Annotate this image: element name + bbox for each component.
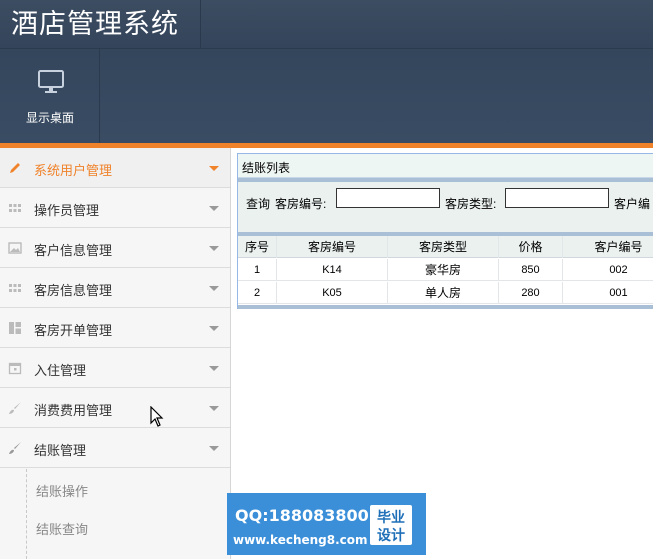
sidebar-subitem-checkout-query[interactable]: 结账查询 [0, 507, 230, 545]
watermark-qq: QQ:188083800 [235, 506, 369, 525]
grid-icon [9, 284, 21, 292]
panel-title-bar: 结账列表 [238, 154, 653, 178]
mouse-cursor-icon [150, 406, 164, 427]
table-cell: 850 [499, 259, 563, 281]
watermark-banner: QQ:188083800 www.kecheng8.com 毕业 设计 [227, 493, 426, 555]
sidebar-item-checkout[interactable]: 结账管理 [0, 428, 230, 468]
customer-no-label: 客户编 [614, 197, 651, 211]
sidebar-item-operators[interactable]: 操作员管理 [0, 188, 230, 228]
sidebar-item-room-orders[interactable]: 客房开单管理 [0, 308, 230, 348]
table-row[interactable]: 1 K14 豪华房 850 002 [238, 259, 653, 281]
table-cell: 001 [609, 287, 628, 299]
table-cell: 280 [499, 282, 563, 304]
pencil-icon [10, 163, 20, 173]
panel-title: 结账列表 [242, 161, 291, 175]
chevron-down-icon [209, 366, 219, 371]
sidebar-item-label: 操作员管理 [34, 203, 100, 218]
column-header[interactable]: 价格 [499, 236, 563, 258]
sidebar-item-consumption[interactable]: 消费费用管理 [0, 388, 230, 428]
watermark-badge-line2: 设计 [377, 528, 405, 544]
grid-icon [9, 204, 21, 212]
brush-icon [9, 402, 21, 414]
sidebar-item-checkin[interactable]: 入住管理 [0, 348, 230, 388]
search-bar: 查询 客房编号: 客房类型: 客户编 [238, 182, 653, 232]
column-header[interactable]: 序号 [238, 236, 277, 258]
room-type-label: 客房类型: [445, 197, 497, 211]
sidebar-item-customers[interactable]: 客户信息管理 [0, 228, 230, 268]
table-cell: 单人房 [388, 282, 499, 304]
submenu-guide-line [26, 469, 27, 559]
app-title: 酒店管理系统 [11, 9, 179, 40]
sidebar-item-label: 入住管理 [34, 363, 87, 378]
brush-icon [9, 442, 21, 454]
toolbar: 显示桌面 [0, 48, 653, 144]
room-no-label: 客房编号: [275, 197, 327, 211]
show-desktop-label: 显示桌面 [25, 111, 74, 125]
layout-icon [9, 322, 21, 334]
sidebar-item-label: 系统用户管理 [34, 163, 113, 178]
chevron-down-icon [209, 206, 219, 211]
chevron-down-icon [209, 166, 219, 171]
sidebar-subitem-label: 结账查询 [36, 522, 89, 537]
column-header[interactable]: 客房编号 [277, 236, 388, 258]
table-cell: 1 [238, 259, 277, 281]
chevron-down-icon [209, 286, 219, 291]
chevron-down-icon [209, 446, 219, 451]
sidebar-item-label: 消费费用管理 [34, 403, 113, 418]
sidebar-item-system-users[interactable]: 系统用户管理 [0, 148, 230, 188]
chevron-down-icon [209, 406, 219, 411]
sidebar-item-label: 客房开单管理 [34, 323, 113, 338]
monitor-icon [38, 70, 64, 93]
table-cell: K05 [277, 282, 388, 304]
table-cell: 002 [609, 264, 628, 276]
picture-icon [8, 242, 22, 254]
table-bottom-divider [238, 305, 653, 309]
sidebar-subitem-label: 结账操作 [36, 484, 89, 499]
table-row[interactable]: 2 K05 单人房 280 001 [238, 282, 653, 304]
sidebar-item-label: 客户信息管理 [34, 243, 113, 258]
table-cell: K14 [277, 259, 388, 281]
chevron-down-icon [209, 246, 219, 251]
sidebar: 系统用户管理 操作员管理 客户信息管理 客房信息管理 客房开单管理 入住管理 消… [0, 148, 231, 559]
sidebar-item-label: 客房信息管理 [34, 283, 113, 298]
show-desktop-button[interactable]: 显示桌面 [0, 49, 100, 144]
checkout-list-panel: 结账列表 查询 客房编号: 客房类型: 客户编 序号 客房编号 客房类型 价格 … [237, 153, 653, 309]
sidebar-subitem-checkout-operation[interactable]: 结账操作 [0, 469, 230, 507]
watermark-site: www.kecheng8.com [233, 533, 368, 547]
table-cell: 豪华房 [388, 259, 499, 281]
column-header[interactable]: 客户编号 [563, 236, 653, 258]
query-label: 查询 [246, 197, 271, 211]
table-cell: 2 [238, 282, 277, 304]
watermark-badge-line1: 毕业 [377, 510, 405, 526]
table-header: 序号 客房编号 客房类型 价格 客户编号 [238, 236, 653, 258]
column-header[interactable]: 客房类型 [388, 236, 499, 258]
watermark-badge: 毕业 设计 [370, 505, 412, 545]
header-divider [200, 0, 201, 48]
room-type-input[interactable] [505, 188, 609, 208]
chevron-down-icon [209, 326, 219, 331]
room-no-input[interactable] [336, 188, 440, 208]
sidebar-item-rooms[interactable]: 客房信息管理 [0, 268, 230, 308]
sidebar-item-label: 结账管理 [34, 443, 87, 458]
calendar-icon [8, 362, 22, 375]
app-header: 酒店管理系统 [0, 0, 653, 48]
